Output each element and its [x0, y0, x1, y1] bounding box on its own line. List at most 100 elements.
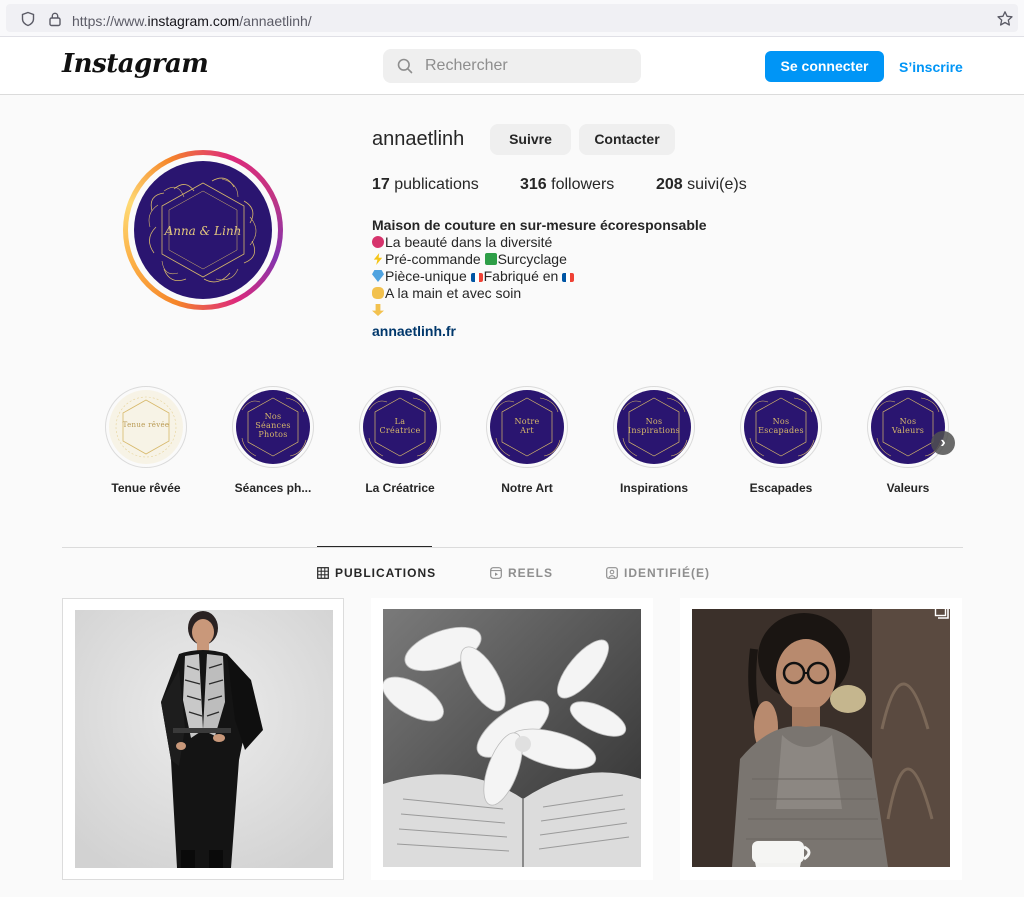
bio-line-2-text2: Surcyclage — [497, 251, 567, 267]
post-1[interactable] — [62, 598, 344, 880]
star-icon[interactable] — [996, 10, 1014, 28]
highlight-cover-text: Nos Inspirations — [627, 417, 681, 435]
address-bar[interactable]: https://www.instagram.com/annaetlinh/ — [6, 4, 1018, 32]
bio-line-3-text: Pièce-unique — [385, 268, 471, 284]
url-host: instagram.com — [147, 13, 240, 29]
contact-button[interactable]: Contacter — [579, 124, 675, 155]
avatar-signature: Anna & Linh — [164, 224, 242, 238]
chevron-right-icon: › — [940, 434, 946, 451]
multiple-photos-icon — [934, 604, 949, 619]
shield-icon[interactable] — [20, 11, 36, 27]
tab-reels-label: REELS — [508, 566, 554, 580]
tab-tagged-label: IDENTIFIÉ(E) — [624, 566, 710, 580]
woman-in-black-kimono-photo — [75, 610, 333, 868]
highlight-label: Escapades — [749, 481, 813, 495]
highlight-label: Notre Art — [501, 481, 553, 495]
highlight-cover-text: La Créatrice — [379, 417, 421, 435]
flowers-on-book-photo — [383, 609, 641, 867]
stat-followers[interactable]: 316 followers — [520, 176, 614, 194]
bio-line-1: La beauté dans la diversité — [372, 234, 772, 251]
bio-line-1-text: La beauté dans la diversité — [385, 234, 553, 250]
rose-icon — [372, 236, 384, 248]
highlight-cover-text: Nos Escapades — [758, 417, 804, 435]
tagged-icon — [606, 567, 618, 579]
hands-icon — [372, 287, 384, 299]
search-icon — [397, 58, 413, 74]
highlight-label: Inspirations — [619, 481, 688, 495]
login-button[interactable]: Se connecter — [765, 51, 884, 82]
highlight-cover-text: Nos Valeurs — [891, 417, 925, 435]
instagram-header: Instagram Se connecter S’inscrire — [0, 37, 1024, 95]
stat-following[interactable]: 208 suivi(e)s — [656, 176, 747, 194]
pointing-down-icon — [372, 304, 384, 316]
stat-publications-label: publications — [389, 176, 479, 193]
highlight-cover: Nos Inspirations — [617, 390, 691, 464]
active-tab-indicator — [317, 546, 432, 547]
highlight-cover: Nos Valeurs — [871, 390, 945, 464]
avatar[interactable]: Anna & Linh — [134, 161, 272, 299]
bio-line-3-text2: Fabriqué en — [483, 268, 563, 284]
gem-icon — [372, 270, 384, 282]
highlight-cover-text: Tenue rêvée — [122, 421, 170, 429]
bio-line-2-text: Pré-commande — [385, 251, 485, 267]
highlight-inspirations[interactable]: Nos Inspirations Inspirations — [604, 386, 704, 495]
woman-with-glasses-photo — [692, 609, 950, 867]
follow-button[interactable]: Suivre — [490, 124, 571, 155]
tab-reels[interactable]: REELS — [490, 566, 553, 580]
stat-publications-count: 17 — [372, 176, 390, 193]
highlight-la-creatrice[interactable]: La Créatrice La Créatrice — [350, 386, 450, 495]
instagram-logo[interactable]: Instagram — [62, 49, 209, 79]
highlight-cover-text: Notre Art — [514, 417, 540, 435]
tab-tagged[interactable]: IDENTIFIÉ(E) — [606, 566, 710, 580]
highlight-cover: Tenue rêvée — [109, 390, 183, 464]
grid-icon — [317, 567, 329, 579]
post-2[interactable] — [371, 598, 653, 880]
recycle-icon — [484, 253, 497, 265]
lock-icon[interactable] — [48, 11, 62, 27]
profile-bio: Maison de couture en sur-mesure écorespo… — [372, 217, 772, 340]
highlight-label: La Créatrice — [365, 481, 435, 495]
url-prefix: https://www. — [72, 13, 148, 29]
stat-following-label: suivi(e)s — [682, 176, 747, 193]
highlight-label: Valeurs — [886, 481, 930, 495]
flag-fr-icon — [562, 273, 575, 282]
highlight-escapades[interactable]: Nos Escapades Escapades — [731, 386, 831, 495]
highlights-next-button[interactable]: › — [931, 431, 955, 455]
browser-toolbar: https://www.instagram.com/annaetlinh/ — [0, 0, 1024, 37]
stat-following-count: 208 — [656, 176, 683, 193]
search-input[interactable] — [425, 49, 625, 83]
highlight-cover: Notre Art — [490, 390, 564, 464]
tab-publications-label: PUBLICATIONS — [335, 566, 437, 580]
bio-line-5 — [372, 302, 772, 319]
stat-followers-label: followers — [546, 176, 615, 193]
highlight-tenue-revee[interactable]: Tenue rêvée Tenue rêvée — [96, 386, 196, 495]
highlight-label: Tenue rêvée — [111, 481, 181, 495]
post-3[interactable] — [680, 598, 962, 880]
tab-publications[interactable]: PUBLICATIONS — [317, 566, 436, 580]
highlight-seances-photos[interactable]: Nos Séances Photos Séances ph... — [223, 386, 323, 495]
bio-website-link[interactable]: annaetlinh.fr — [372, 323, 772, 340]
bio-name: Maison de couture en sur-mesure écorespo… — [372, 217, 707, 233]
bio-line-2: Pré-commande Surcyclage — [372, 251, 772, 268]
bio-line-3: Pièce-unique Fabriqué en — [372, 268, 772, 285]
stat-followers-count: 316 — [520, 176, 547, 193]
url-text[interactable]: https://www.instagram.com/annaetlinh/ — [72, 13, 312, 29]
profile-avatar-ring[interactable]: Anna & Linh — [123, 150, 283, 310]
highlight-cover: Nos Escapades — [744, 390, 818, 464]
profile-username: annaetlinh — [372, 128, 465, 150]
avatar-logo-image: Anna & Linh — [134, 161, 272, 299]
bio-line-4-text: A la main et avec soin — [385, 285, 522, 301]
url-path: /annaetlinh/ — [239, 13, 312, 29]
search-box[interactable] — [383, 49, 641, 83]
highlight-label: Séances ph... — [234, 481, 312, 495]
lightning-icon — [373, 253, 383, 265]
highlight-notre-art[interactable]: Notre Art Notre Art — [477, 386, 577, 495]
signup-link[interactable]: S’inscrire — [899, 59, 963, 75]
highlight-cover: La Créatrice — [363, 390, 437, 464]
stat-publications[interactable]: 17 publications — [372, 176, 479, 194]
highlight-cover: Nos Séances Photos — [236, 390, 310, 464]
highlight-cover-text: Nos Séances Photos — [255, 412, 291, 439]
reels-icon — [490, 567, 502, 579]
flag-fr-icon — [470, 273, 483, 282]
bio-line-4: A la main et avec soin — [372, 285, 772, 302]
